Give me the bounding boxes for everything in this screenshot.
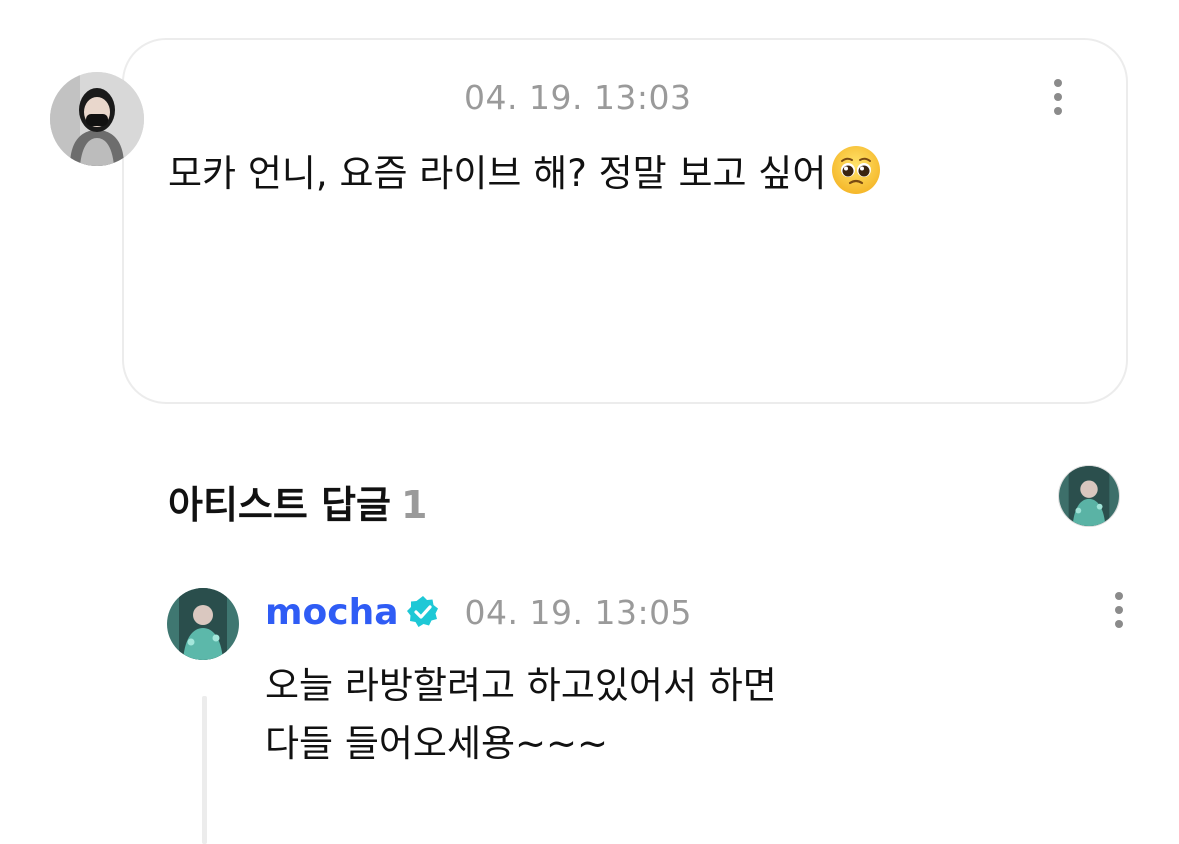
fan-comment-text: 모카 언니, 요즘 라이브 해? 정말 보고 싶어 [168, 152, 827, 195]
verified-badge-icon [406, 596, 438, 627]
artist-avatar[interactable] [167, 588, 239, 660]
artist-avatar-icon [1059, 466, 1119, 526]
reply-thread-line [202, 696, 207, 844]
more-options-icon[interactable] [1112, 592, 1126, 632]
artist-avatar-icon [167, 588, 239, 660]
more-options-icon[interactable] [1051, 79, 1065, 119]
artist-header-avatar[interactable] [1058, 465, 1120, 527]
fan-comment-text-row: 모카 언니, 요즘 라이브 해? 정말 보고 싶어 [168, 143, 882, 197]
artist-reply-timestamp: 04. 19. 13:05 [464, 592, 693, 632]
fan-avatar[interactable] [50, 72, 144, 166]
fan-comment-timestamp: 04. 19. 13:03 [464, 78, 692, 117]
artist-reply-line-2: 다들 들어오세용~~~ [265, 722, 609, 765]
artist-reply-header: mocha 04. 19. 13:05 [265, 588, 692, 636]
pleading-face-emoji-icon [832, 146, 881, 194]
artist-reply-line-1: 오늘 라방할려고 하고있어서 하면 [265, 664, 777, 707]
section-title-text: 아티스트 답글 [168, 483, 391, 527]
user-avatar-icon [50, 72, 144, 166]
artist-reply-section-title: 아티스트 답글 1 [168, 474, 427, 529]
artist-reply-text: 오늘 라방할려고 하고있어서 하면 다들 들어오세용~~~ [265, 657, 777, 773]
reply-count: 1 [401, 483, 428, 527]
artist-name[interactable]: mocha [265, 592, 399, 633]
